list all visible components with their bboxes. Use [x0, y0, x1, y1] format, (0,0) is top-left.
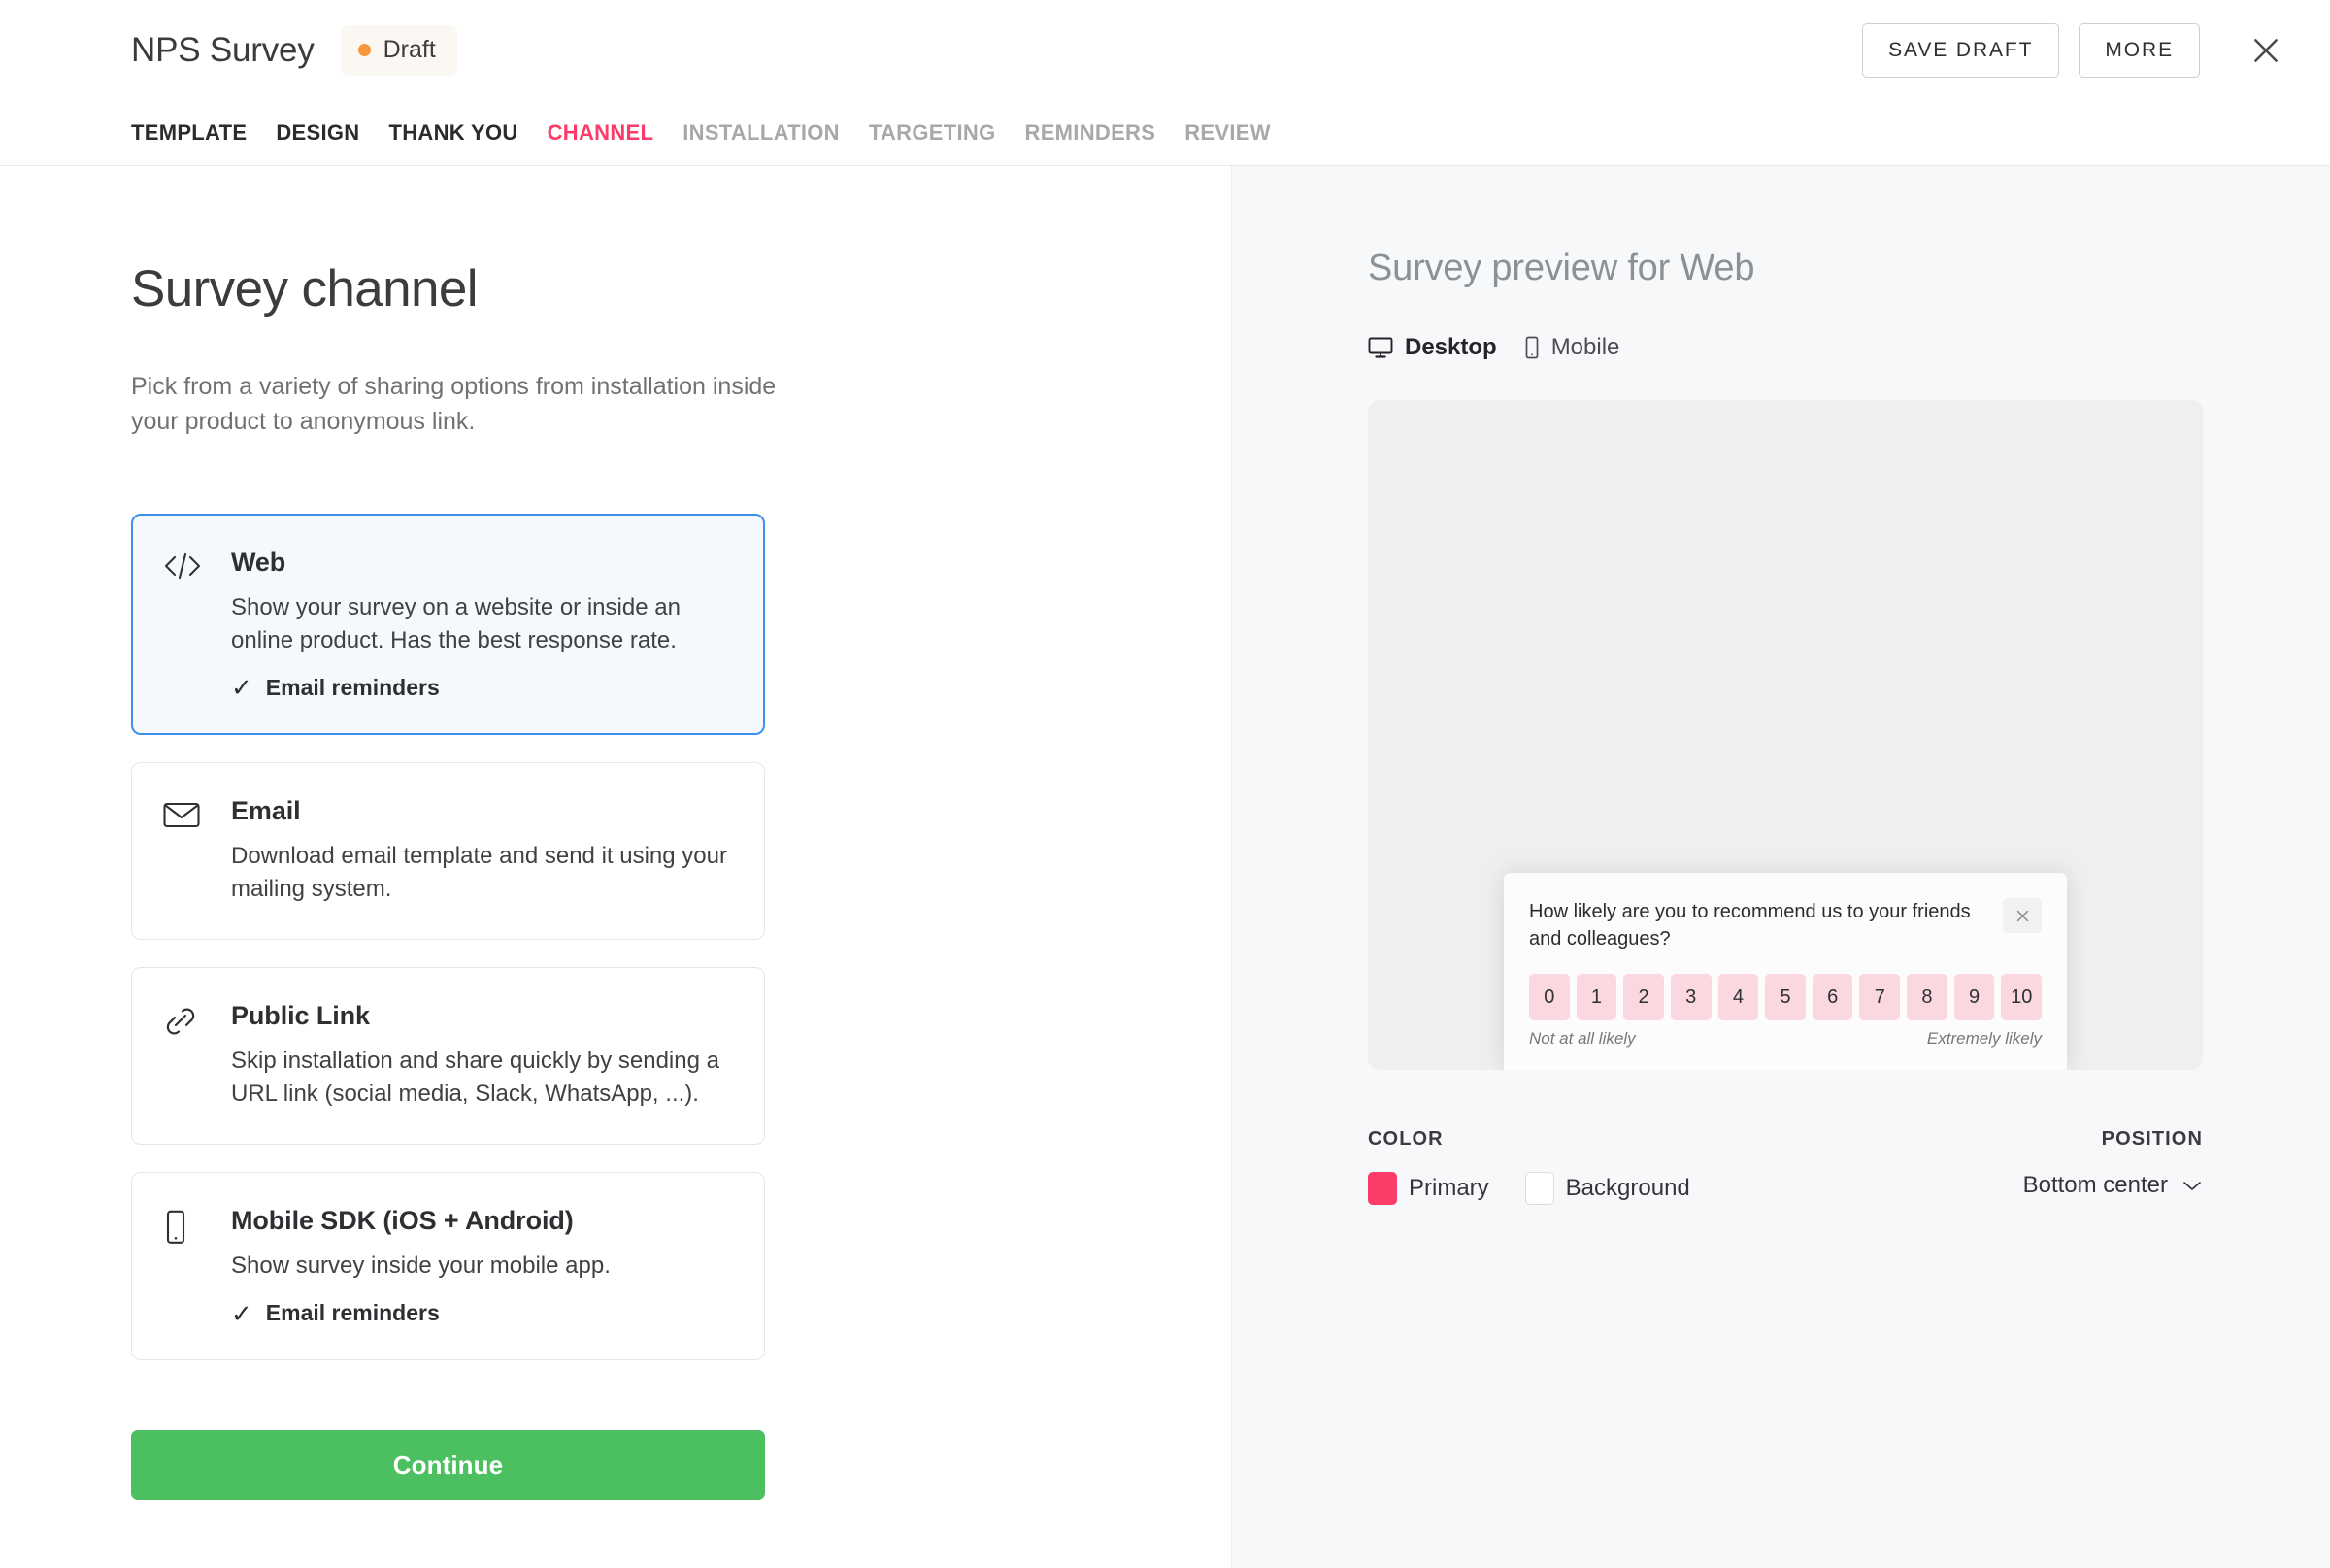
tab-template[interactable]: TEMPLATE: [131, 115, 247, 151]
background-color-picker[interactable]: Background: [1524, 1172, 1690, 1205]
tab-installation[interactable]: INSTALLATION: [682, 115, 840, 151]
nps-score-9[interactable]: 9: [1953, 974, 1995, 1020]
position-control-group: POSITION Bottom center: [2023, 1128, 2203, 1199]
color-control-group: COLOR Primary Background: [1368, 1128, 1690, 1205]
option-feature: ✓ Email reminders: [231, 1300, 731, 1326]
option-title: Public Link: [231, 1000, 370, 1030]
nps-score-0[interactable]: 0: [1529, 974, 1570, 1020]
device-toggle: Desktop Mobile: [1368, 334, 2330, 361]
option-title: Email: [231, 795, 301, 825]
option-description: Show your survey on a website or inside …: [231, 593, 681, 653]
channel-config-pane: Survey channel Pick from a variety of sh…: [0, 166, 1231, 1568]
status-dot-icon: [357, 44, 371, 56]
position-select-value: Bottom center: [2022, 1172, 2168, 1198]
nps-low-label: Not at all likely: [1529, 1029, 1636, 1048]
monitor-icon: [1368, 337, 1393, 358]
channel-option-public-link[interactable]: Public Link Skip installation and share …: [131, 966, 765, 1145]
color-section-label: COLOR: [1368, 1128, 1444, 1150]
more-button[interactable]: MORE: [2079, 22, 2200, 78]
nps-high-label: Extremely likely: [1926, 1029, 2042, 1048]
nps-score-7[interactable]: 7: [1859, 974, 1901, 1020]
nps-score-3[interactable]: 3: [1670, 974, 1712, 1020]
preview-title: Survey preview for Web: [1368, 248, 1755, 288]
nps-score-4[interactable]: 4: [1717, 974, 1759, 1020]
continue-button[interactable]: Continue: [131, 1430, 765, 1501]
app-header: NPS Survey Draft SAVE DRAFT MORE: [0, 0, 2330, 100]
tab-review[interactable]: REVIEW: [1184, 115, 1271, 151]
color-swatch-row: Primary Background: [1368, 1172, 1690, 1205]
survey-question: How likely are you to recommend us to yo…: [1529, 901, 1971, 950]
option-description: Skip installation and share quickly by s…: [231, 1047, 719, 1107]
option-body: Email Download email template and send i…: [231, 796, 731, 906]
close-button[interactable]: [2241, 25, 2291, 76]
section-description: Pick from a variety of sharing options f…: [131, 373, 777, 436]
option-description: Download email template and send it usin…: [231, 842, 727, 902]
option-title: Web: [231, 547, 286, 577]
primary-color-swatch: [1368, 1172, 1397, 1205]
save-draft-button[interactable]: SAVE DRAFT: [1862, 22, 2060, 78]
mobile-icon: [163, 1206, 206, 1326]
page-title: NPS Survey: [131, 30, 315, 69]
option-feature: ✓ Email reminders: [231, 675, 731, 701]
nps-score-6[interactable]: 6: [1812, 974, 1853, 1020]
option-title: Mobile SDK (iOS + Android): [231, 1205, 574, 1235]
chevron-down-icon: [2183, 1182, 2201, 1190]
background-color-label: Background: [1565, 1175, 1690, 1201]
device-tab-label: Mobile: [1550, 334, 1620, 360]
link-icon: [163, 1001, 206, 1111]
wizard-tabbar: TEMPLATE DESIGN THANK YOU CHANNEL INSTAL…: [0, 100, 2330, 166]
channel-option-mobile-sdk[interactable]: Mobile SDK (iOS + Android) Show survey i…: [131, 1171, 765, 1361]
preview-canvas: How likely are you to recommend us to yo…: [1368, 400, 2203, 1070]
survey-widget-header: How likely are you to recommend us to yo…: [1529, 898, 2042, 952]
survey-builder-app: NPS Survey Draft SAVE DRAFT MORE TEMPLAT…: [0, 0, 2330, 1568]
channel-option-web[interactable]: Web Show your survey on a website or ins…: [131, 513, 765, 735]
tab-thank-you[interactable]: THANK YOU: [388, 115, 517, 151]
option-feature-label: Email reminders: [265, 1300, 440, 1326]
status-badge-label: Draft: [383, 36, 436, 63]
close-icon: [2016, 910, 2028, 921]
channel-option-list: Web Show your survey on a website or ins…: [131, 513, 765, 1361]
section-title: Survey channel: [131, 260, 479, 317]
option-feature-label: Email reminders: [265, 674, 440, 700]
device-tab-desktop[interactable]: Desktop: [1368, 334, 1497, 361]
survey-widget-close-button[interactable]: [2003, 898, 2042, 933]
nps-scale: 0 1 2 3 4 5 6 7 8 9 10: [1529, 974, 2043, 1020]
nps-score-2[interactable]: 2: [1623, 974, 1664, 1020]
nps-score-5[interactable]: 5: [1765, 974, 1806, 1020]
tab-targeting[interactable]: TARGETING: [869, 115, 996, 151]
option-body: Web Show your survey on a website or ins…: [231, 548, 731, 701]
channel-option-email[interactable]: Email Download email template and send i…: [131, 761, 765, 940]
preview-controls: COLOR Primary Background POSITION Bottom…: [1368, 1128, 2203, 1205]
position-section-label: POSITION: [2101, 1128, 2203, 1150]
tab-reminders[interactable]: REMINDERS: [1025, 115, 1156, 151]
background-color-swatch: [1524, 1172, 1554, 1205]
close-icon: [2254, 38, 2278, 62]
nps-score-1[interactable]: 1: [1576, 974, 1617, 1020]
code-icon: [163, 548, 206, 701]
device-tab-label: Desktop: [1405, 334, 1497, 360]
phone-icon: [1525, 336, 1539, 359]
primary-color-label: Primary: [1409, 1175, 1489, 1201]
envelope-icon: [163, 796, 206, 906]
body-split: Survey channel Pick from a variety of sh…: [0, 166, 2330, 1568]
position-select[interactable]: Bottom center: [2023, 1172, 2203, 1199]
tab-design[interactable]: DESIGN: [276, 115, 359, 151]
nps-score-8[interactable]: 8: [1907, 974, 1947, 1020]
nps-scale-legend: Not at all likely Extremely likely: [1529, 1029, 2042, 1049]
survey-preview-pane: Survey preview for Web Desktop Mobile Ho…: [1231, 166, 2330, 1568]
primary-color-picker[interactable]: Primary: [1368, 1172, 1489, 1205]
nps-score-10[interactable]: 10: [2001, 974, 2043, 1020]
status-badge: Draft: [340, 24, 457, 76]
survey-widget-preview: How likely are you to recommend us to yo…: [1504, 873, 2067, 1070]
device-tab-mobile[interactable]: Mobile: [1524, 334, 1620, 361]
option-body: Mobile SDK (iOS + Android) Show survey i…: [231, 1206, 731, 1326]
tab-channel[interactable]: CHANNEL: [548, 115, 654, 151]
check-icon: ✓: [231, 673, 252, 703]
option-body: Public Link Skip installation and share …: [231, 1001, 731, 1111]
check-icon: ✓: [231, 1298, 252, 1328]
option-description: Show survey inside your mobile app.: [231, 1251, 611, 1279]
